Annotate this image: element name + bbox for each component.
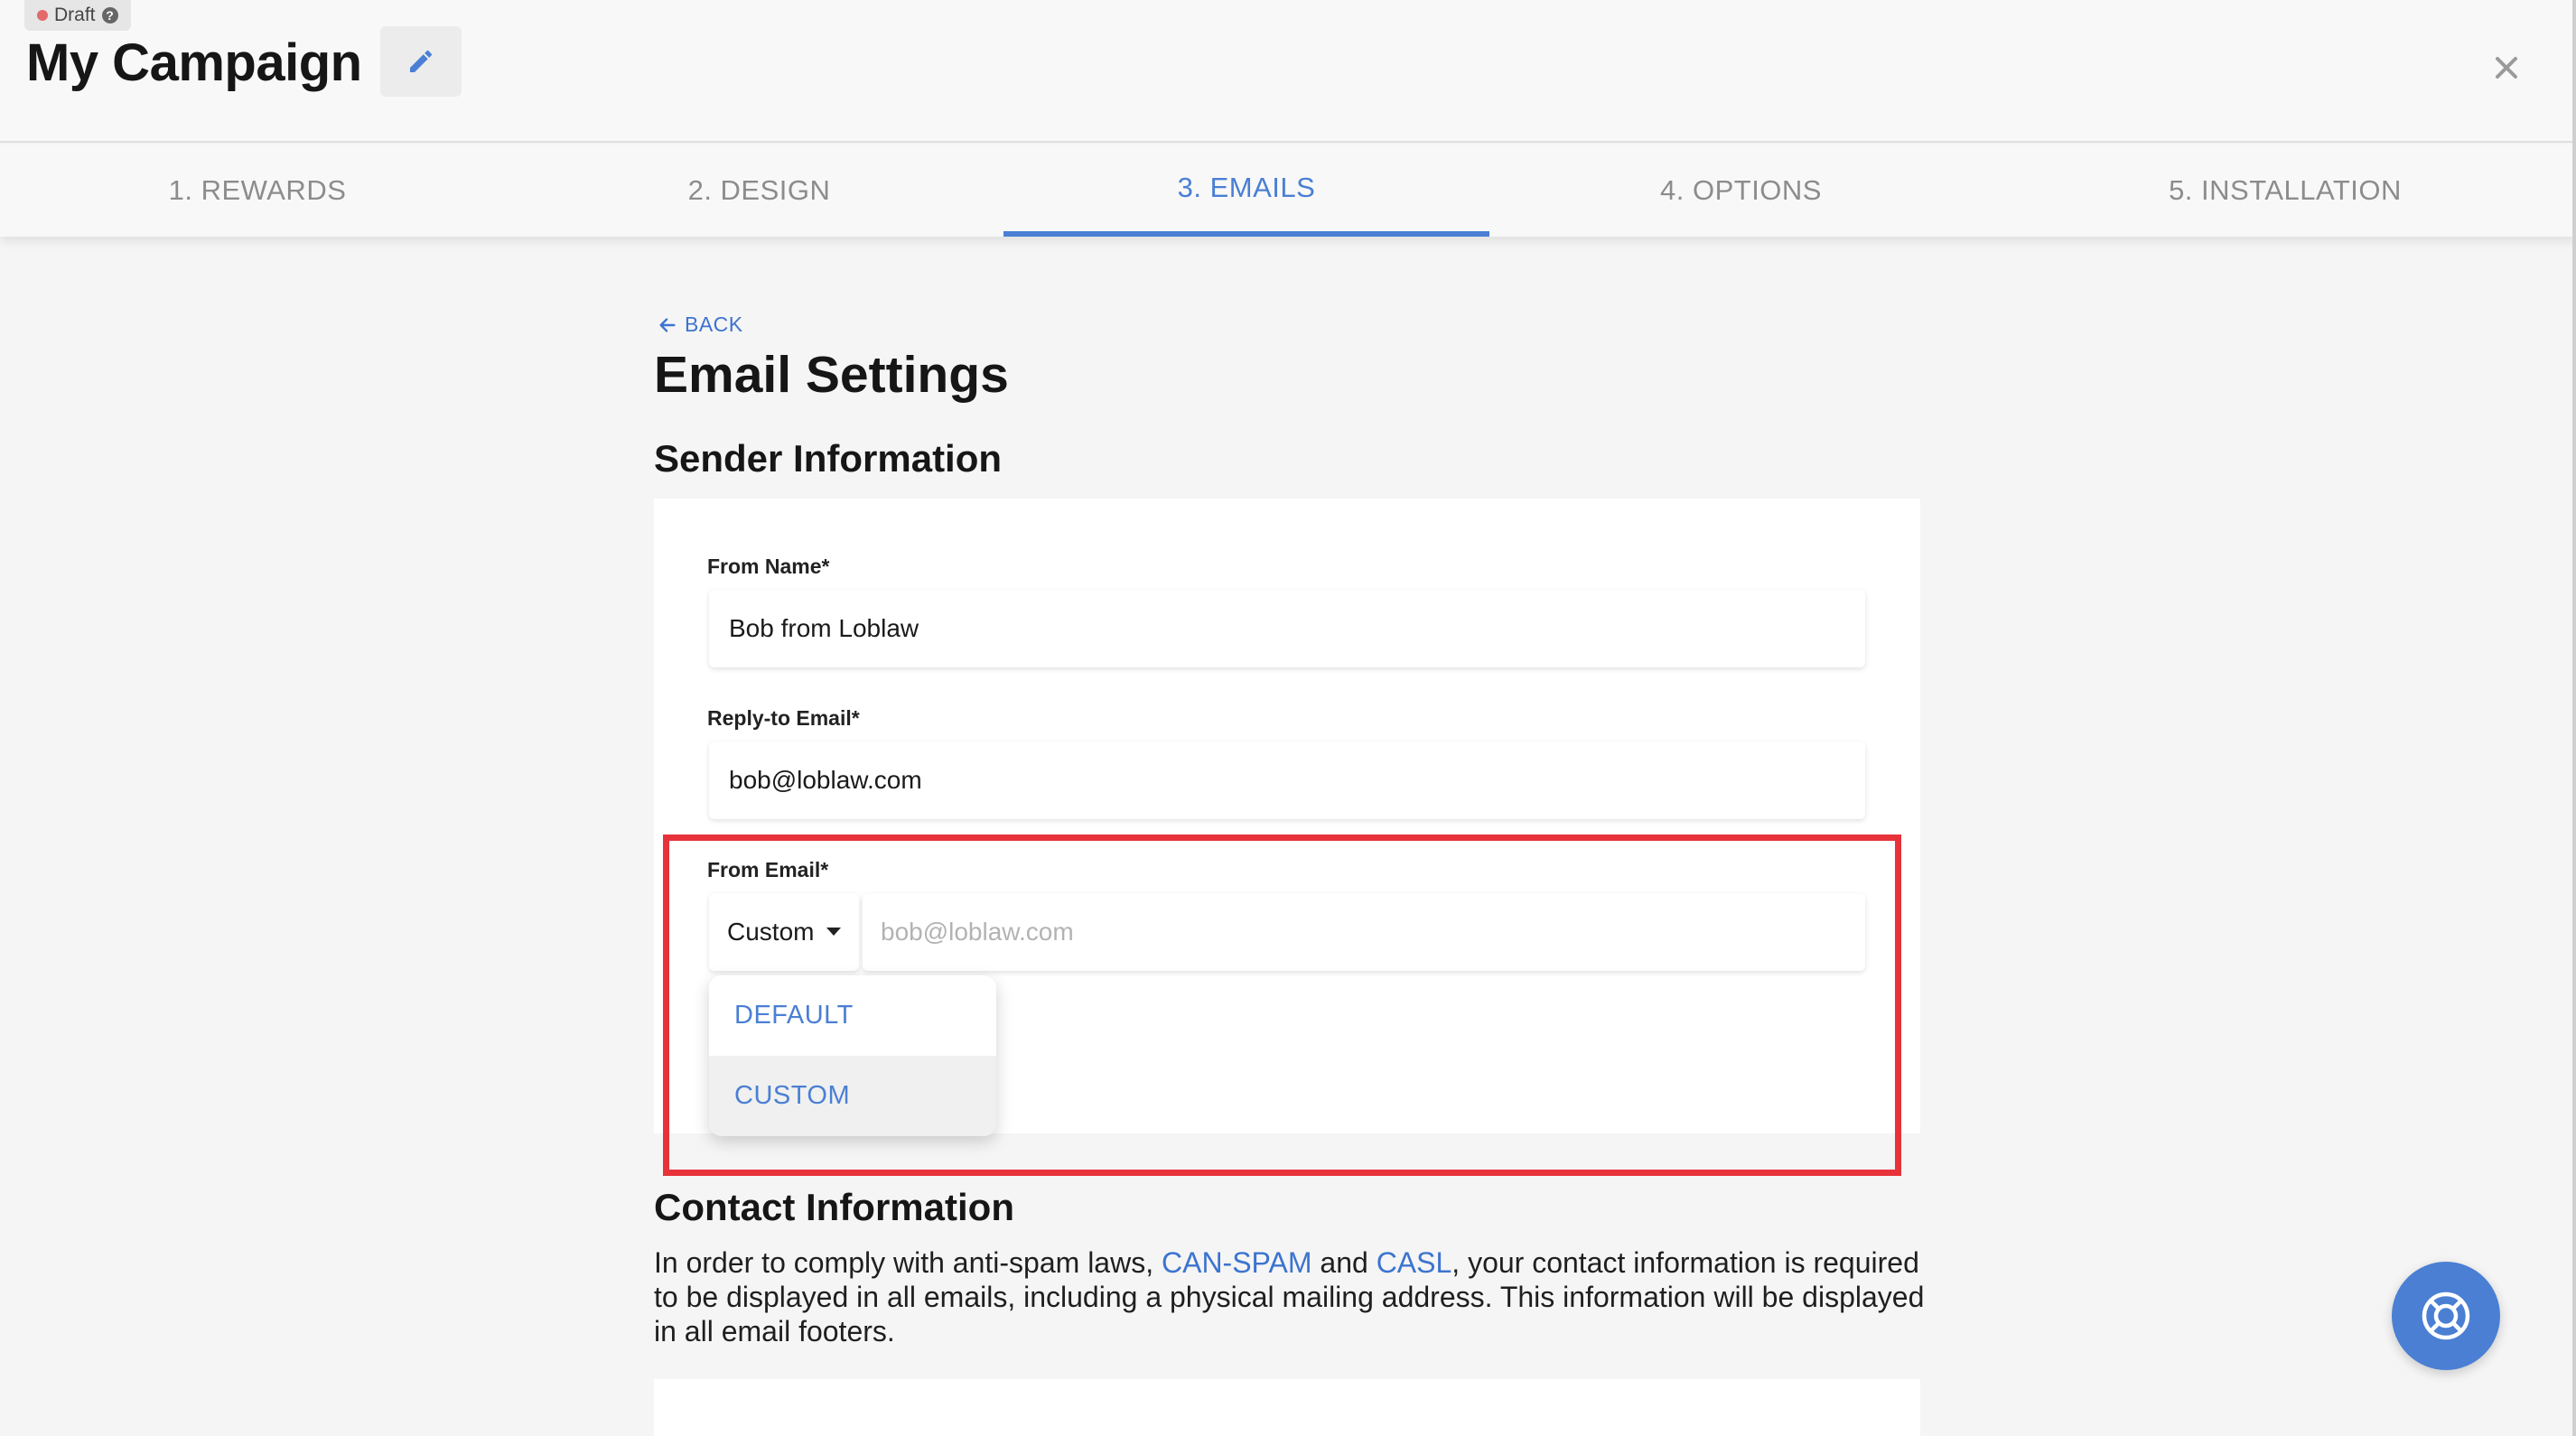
casl-link[interactable]: CASL [1377,1246,1452,1279]
tab-rewards[interactable]: 1. REWARDS [99,145,415,237]
sender-information-title: Sender Information [654,437,1003,480]
highlight-annotation-box [663,835,1901,1176]
tab-emails[interactable]: 3. EMAILS [1003,145,1489,237]
draft-status-dot [37,10,48,21]
close-icon [2496,57,2517,79]
lifebuoy-icon [2422,1291,2470,1340]
help-circle-icon[interactable]: ? [101,7,118,23]
from-name-label: From Name* [707,555,830,578]
back-label: BACK [685,312,743,336]
can-spam-link[interactable]: CAN-SPAM [1162,1246,1312,1279]
help-button[interactable] [2392,1262,2500,1370]
pencil-icon [410,50,433,72]
reply-to-email-label: Reply-to Email* [707,706,860,730]
close-button[interactable] [2486,47,2527,89]
contact-information-card [654,1379,1920,1436]
tab-options[interactable]: 4. OPTIONS [1585,145,1897,237]
window-edge [2572,0,2576,1436]
contact-information-description: In order to comply with anti-spam laws, … [654,1245,1937,1348]
tab-design[interactable]: 2. DESIGN [603,145,915,237]
reply-to-email-input[interactable]: bob@loblaw.com [709,741,1865,819]
campaign-header: Draft ? My Campaign [0,0,2576,143]
status-label: Draft [54,5,96,25]
email-settings-title: Email Settings [654,346,1009,404]
from-name-input[interactable]: Bob from Loblaw [709,590,1865,667]
edit-title-button[interactable] [380,26,462,97]
description-text-1: In order to comply with anti-spam laws, [654,1246,1162,1279]
arrow-left-icon [659,317,676,332]
description-text-2: and [1311,1246,1377,1279]
tab-installation[interactable]: 5. INSTALLATION [2105,145,2466,237]
contact-information-title: Contact Information [654,1186,1014,1228]
back-link[interactable]: BACK [658,312,743,337]
page-title: My Campaign [26,33,362,92]
wizard-tabs: 1. REWARDS 2. DESIGN 3. EMAILS 4. OPTION… [0,145,2576,237]
status-badge: Draft ? [24,0,131,31]
